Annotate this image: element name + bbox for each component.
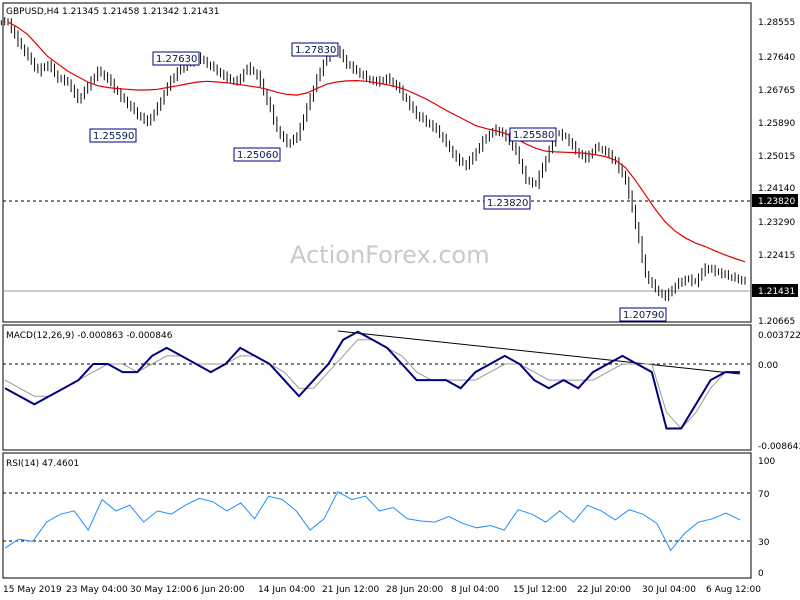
x-tick-label: 8 Jul 04:00 <box>451 585 500 595</box>
price-label: 1.25060 <box>237 150 278 161</box>
x-tick-label: 6 Jun 20:00 <box>193 585 245 595</box>
y-tick-label: 1.27640 <box>758 53 795 63</box>
macd-panel-header: MACD(12,26,9) -0.000863 -0.000846 <box>6 331 173 341</box>
price-label: 1.25580 <box>513 130 554 141</box>
chart-canvas: GBPUSD,H4 1.21345 1.21458 1.21342 1.2143… <box>0 0 800 600</box>
price-label: 1.20790 <box>623 310 664 321</box>
y-tick-label: 0.00 <box>758 361 778 371</box>
x-tick-label: 23 May 04:00 <box>66 585 128 595</box>
x-tick-label: 6 Aug 12:00 <box>706 585 761 595</box>
x-tick-label: 30 Jul 04:00 <box>642 585 696 595</box>
x-tick-label: 15 Jul 12:00 <box>513 585 567 595</box>
watermark: ActionForex.com <box>290 241 490 269</box>
y-tick-label: 30 <box>758 538 770 548</box>
x-tick-label: 15 May 2019 <box>3 585 62 595</box>
y-tick-label: 0 <box>758 569 764 579</box>
level-price-tag-text: 1.23820 <box>758 197 795 207</box>
y-tick-label: 1.26765 <box>758 86 795 96</box>
price-label: 1.23820 <box>487 198 528 209</box>
y-tick-label: 1.25890 <box>758 119 795 129</box>
y-tick-label: 0.003722 <box>758 331 800 341</box>
x-tick-label: 22 Jul 20:00 <box>577 585 631 595</box>
y-tick-label: 1.20665 <box>758 317 795 327</box>
y-tick-label: 1.23290 <box>758 218 795 228</box>
y-tick-label: 1.24140 <box>758 184 795 194</box>
y-tick-label: -0.008643 <box>758 442 800 452</box>
x-tick-label: 14 Jun 04:00 <box>258 585 315 595</box>
x-tick-label: 30 May 12:00 <box>130 585 192 595</box>
y-tick-label: 1.25015 <box>758 152 795 162</box>
price-label: 1.27630 <box>156 54 197 65</box>
x-tick-label: 21 Jun 12:00 <box>322 585 379 595</box>
x-tick-label: 28 Jun 20:00 <box>386 585 443 595</box>
price-label: 1.25590 <box>93 131 134 142</box>
price-label: 1.27830 <box>295 45 336 56</box>
y-tick-label: 1.28555 <box>758 18 795 28</box>
price-panel-header: GBPUSD,H4 1.21345 1.21458 1.21342 1.2143… <box>6 7 219 17</box>
y-tick-label: 100 <box>758 457 775 467</box>
current-price-tag-text: 1.21431 <box>758 287 795 297</box>
y-tick-label: 70 <box>758 490 770 500</box>
y-tick-label: 1.22415 <box>758 251 795 261</box>
rsi-panel-header: RSI(14) 47.4601 <box>6 459 79 469</box>
